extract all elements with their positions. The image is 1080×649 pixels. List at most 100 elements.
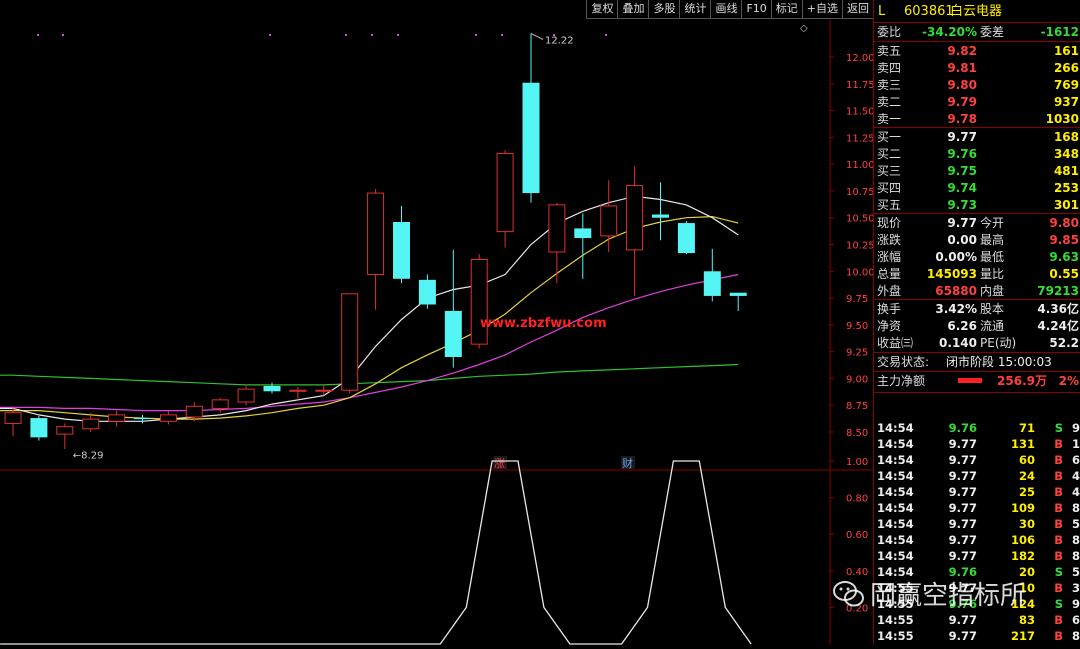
trade-count: 4 — [1072, 485, 1080, 499]
stat-value: 0.55 — [1049, 267, 1079, 281]
trade-count: 5 — [1072, 565, 1080, 579]
candle-body-up — [237, 388, 255, 403]
trade-side: B — [1054, 485, 1063, 499]
trade-count: 8 — [1072, 501, 1080, 515]
stat-value: 6.26 — [947, 319, 977, 333]
candle-body-down — [574, 228, 592, 239]
trade-price: 9.77 — [948, 453, 977, 467]
toolbar-button-4[interactable]: 画线 — [710, 0, 742, 19]
main-flow-bar — [958, 378, 982, 383]
main-flow-value: 256.9万 — [997, 374, 1047, 388]
candle-body-up — [470, 259, 488, 345]
buy-volume: 348 — [1053, 147, 1079, 161]
toolbar-button-5[interactable]: F10 — [741, 0, 771, 19]
buy-level-5: 买五 9.73 301 — [874, 196, 1080, 214]
trade-count: 8 — [1072, 533, 1080, 547]
trade-volume: 217 — [1010, 629, 1035, 643]
stat-label: 现价 — [877, 216, 902, 230]
trade-price: 9.77 — [948, 437, 977, 451]
trade-time: 14:54 — [877, 533, 914, 547]
stat-row: 总量 145093 量比 0.55 — [874, 265, 1080, 283]
trade-time: 14:54 — [877, 469, 914, 483]
toolbar-button-2[interactable]: 多股 — [648, 0, 680, 19]
trade-volume: 182 — [1010, 549, 1035, 563]
candle-body-down — [134, 418, 151, 420]
stat-value: 4.24亿 — [1037, 319, 1079, 333]
candle-body-up — [548, 204, 566, 253]
toolbar-button-0[interactable]: 复权 — [586, 0, 618, 19]
price-tick-label: 8.50 — [846, 428, 868, 439]
chart-toolbar: 复权 叠加 多股 统计 画线 F10 标记 +自选 返回 — [586, 0, 873, 19]
candle-body-up — [289, 389, 307, 392]
trade-row: 14:54 9.77 106 B 8 — [874, 532, 1080, 548]
sell-price: 9.78 — [947, 112, 977, 126]
marker-dot — [371, 34, 373, 36]
trade-row: 14:54 9.77 109 B 8 — [874, 500, 1080, 516]
trade-price: 9.77 — [948, 549, 977, 563]
trade-row: 14:54 9.77 25 B 4 — [874, 484, 1080, 500]
marker-dot — [62, 34, 64, 36]
stock-code[interactable]: 603861 — [904, 2, 954, 22]
toolbar-button-1[interactable]: 叠加 — [617, 0, 649, 19]
trade-price: 9.77 — [948, 629, 977, 643]
buy-label: 买四 — [877, 181, 902, 195]
trade-count: 3 — [1072, 581, 1080, 595]
event-mark-finance: 财 — [622, 456, 633, 470]
wechat-icon — [833, 580, 864, 606]
trade-row: 14:54 9.77 182 B 8 — [874, 548, 1080, 564]
marker-dot — [269, 34, 271, 36]
candle-body-down — [263, 385, 281, 392]
price-tick-label: 10.25 — [846, 241, 873, 252]
buy-price: 9.75 — [947, 164, 977, 178]
trade-time: 14:54 — [877, 421, 914, 435]
marker-dot — [37, 34, 39, 36]
trade-count: 9 — [1072, 597, 1080, 611]
candle-body-down — [729, 292, 747, 296]
stat2-row: 净资 6.26 流通 4.24亿 — [874, 317, 1080, 335]
buy-label: 买一 — [877, 130, 902, 144]
candle-body-up — [185, 405, 203, 418]
trade-time: 14:54 — [877, 517, 914, 531]
stock-name[interactable]: 白云电器 — [950, 2, 1002, 22]
trade-side: B — [1054, 437, 1063, 451]
trade-volume: 30 — [1018, 517, 1035, 531]
toolbar-button-7[interactable]: +自选 — [801, 0, 842, 19]
stat-label: 内盘 — [980, 284, 1005, 298]
candle-body-up — [56, 426, 74, 435]
trade-time: 14:54 — [877, 501, 914, 515]
trade-price: 9.77 — [948, 469, 977, 483]
buy-level-1: 买一 9.77 168 — [874, 128, 1080, 146]
candle-body-up — [626, 185, 644, 251]
buy-label: 买二 — [877, 147, 902, 161]
kline-chart-area[interactable]: 12.00 11.75 11.50 11.25 11.00 10.75 10.50 10.25… — [0, 0, 875, 645]
marker-dot — [397, 34, 399, 36]
ma-magenta-line — [0, 273, 739, 412]
toolbar-button-6[interactable]: 标记 — [770, 0, 802, 19]
stat-label: 净资 — [877, 319, 902, 333]
trade-row: 14:55 9.77 217 B 8 — [874, 628, 1080, 644]
sell-price: 9.79 — [947, 95, 977, 109]
toolbar-button-8[interactable]: 返回 — [842, 0, 873, 19]
sell-label: 卖五 — [877, 44, 902, 58]
candle-body-down — [393, 222, 410, 279]
stat-value: 0.00 — [947, 233, 977, 247]
stat-row: 涨幅 0.00% 最低 9.63 — [874, 248, 1080, 266]
diamond-icon: ◇ — [800, 23, 808, 34]
kline-chart[interactable]: 12.00 11.75 11.50 11.25 11.00 10.75 10.50 10.25… — [0, 0, 875, 645]
buy-level-3: 买三 9.75 481 — [874, 162, 1080, 180]
trade-row: 14:54 9.77 30 B 5 — [874, 516, 1080, 532]
trade-count: 9 — [1072, 421, 1080, 435]
sell-price: 9.80 — [947, 78, 977, 92]
price-tick-label: 9.75 — [846, 294, 868, 305]
stat-row: 外盘 65880 内盘 79213 — [874, 282, 1080, 300]
trade-time: 14:54 — [877, 485, 914, 499]
trade-count: 4 — [1072, 469, 1080, 483]
sell-volume: 161 — [1053, 44, 1079, 58]
stat-value: 9.63 — [1049, 250, 1079, 264]
high-pointer — [530, 32, 544, 40]
trade-volume: 25 — [1018, 485, 1035, 499]
toolbar-button-3[interactable]: 统计 — [679, 0, 711, 19]
price-tick-label: 9.00 — [846, 374, 868, 385]
price-tick-label: 8.75 — [846, 401, 868, 412]
trade-count: 6 — [1072, 613, 1080, 627]
